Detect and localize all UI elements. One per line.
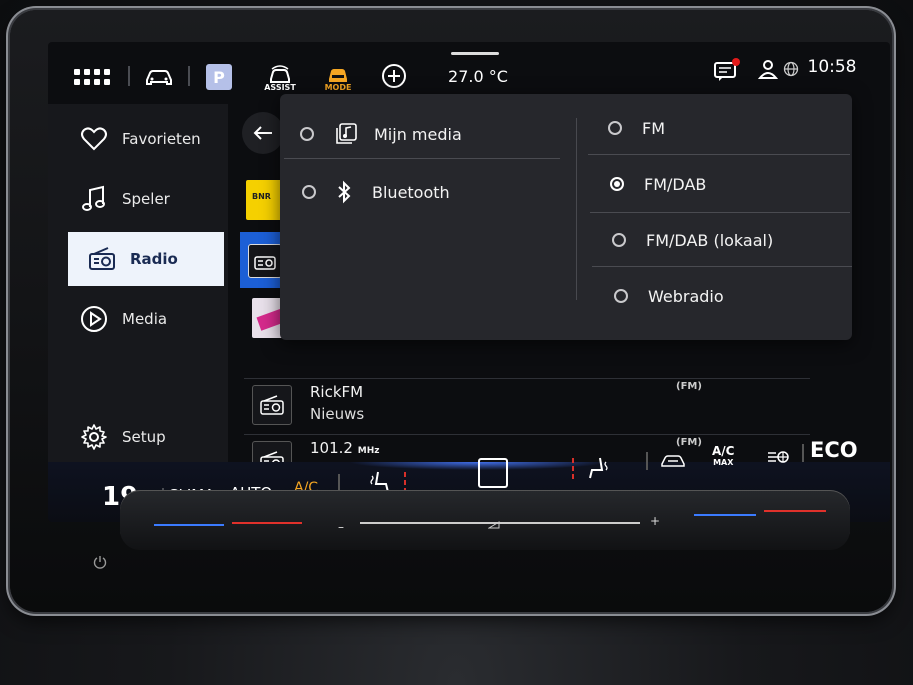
clock: 10:58	[807, 57, 857, 77]
station-band: (FM)	[676, 381, 702, 392]
power-icon[interactable]	[93, 554, 107, 569]
radio-button-selected[interactable]	[610, 177, 624, 191]
divider	[590, 212, 850, 213]
windshield-heat-button[interactable]	[660, 452, 686, 468]
media-library-icon	[334, 122, 358, 146]
eco-button[interactable]: ECO	[810, 438, 858, 462]
divider	[802, 444, 804, 462]
radio-button[interactable]	[300, 127, 314, 141]
slider-left-warm	[232, 522, 302, 524]
gear-icon	[80, 423, 108, 451]
radio-icon	[248, 244, 282, 278]
fan-icon	[766, 448, 790, 466]
divider	[284, 158, 560, 159]
station-frequency: 101.2 MHz	[310, 439, 380, 457]
home-button[interactable]	[478, 458, 508, 488]
car-icon[interactable]	[142, 66, 176, 88]
table-row[interactable]: RickFM Nieuws (FM)	[244, 378, 810, 429]
outside-temperature: 27.0 °C	[448, 66, 508, 86]
fan-button[interactable]	[766, 448, 790, 466]
ac-max-button[interactable]: A/C MAX	[712, 445, 734, 468]
music-note-icon	[80, 185, 108, 213]
slider-right-warm	[764, 510, 826, 512]
temperature-slider-strip[interactable]: – +	[120, 490, 850, 550]
slider-left-cold	[154, 524, 224, 526]
divider	[188, 66, 190, 86]
status-bar: P ASSIST MODE 27.0 °C 10:58	[48, 42, 890, 102]
source-selection-popup: Mijn media Bluetooth FM FM/DAB FM/DAB (l…	[280, 94, 852, 340]
radio-button[interactable]	[302, 185, 316, 199]
globe-icon[interactable]	[780, 56, 802, 82]
slider-right-cold	[694, 514, 756, 516]
station-band: (FM)	[676, 437, 702, 448]
car-defrost-icon	[660, 452, 686, 468]
profile-icon[interactable]	[756, 56, 780, 82]
back-button[interactable]	[242, 112, 284, 154]
divider	[646, 452, 648, 470]
infotainment-screen: P ASSIST MODE 27.0 °C 10:58 Favorieten S…	[48, 42, 890, 522]
seat-heat-right-button[interactable]	[572, 456, 608, 480]
sidebar-item-favorieten[interactable]: Favorieten	[48, 112, 224, 166]
triangle-icon	[487, 514, 500, 529]
radio-button[interactable]	[612, 233, 626, 247]
parking-icon[interactable]: P	[206, 64, 232, 90]
divider	[576, 118, 577, 300]
assist-icon[interactable]: ASSIST	[258, 60, 302, 96]
play-icon	[80, 305, 108, 333]
source-option-fm-dab-lokaal[interactable]: FM/DAB (lokaal)	[612, 218, 773, 262]
source-option-mijn-media[interactable]: Mijn media	[300, 112, 462, 156]
sidebar-item-media[interactable]: Media	[48, 292, 224, 346]
divider	[128, 66, 130, 86]
station-subtitle: Nieuws	[310, 405, 365, 423]
slider-track[interactable]	[360, 522, 640, 524]
heat-level-indicator	[572, 457, 574, 479]
seat-heat-icon	[586, 456, 608, 480]
arrow-left-icon	[253, 126, 272, 140]
source-option-bluetooth[interactable]: Bluetooth	[302, 170, 450, 214]
sidebar-item-speler[interactable]: Speler	[48, 172, 224, 226]
radio-icon	[252, 385, 292, 425]
home-indicator[interactable]	[451, 52, 499, 55]
add-icon[interactable]	[380, 62, 408, 90]
source-option-webradio[interactable]: Webradio	[614, 274, 724, 318]
radio-icon	[88, 245, 116, 273]
mode-icon[interactable]: MODE	[316, 60, 360, 96]
slider-plus[interactable]: +	[650, 510, 660, 529]
bluetooth-icon	[336, 180, 352, 204]
divider	[592, 266, 852, 267]
message-icon[interactable]	[712, 56, 742, 84]
sidebar-item-setup[interactable]: Setup	[48, 410, 224, 464]
source-option-fm-dab[interactable]: FM/DAB	[610, 162, 706, 206]
source-option-fm[interactable]: FM	[608, 106, 665, 150]
sidebar: Favorieten Speler Radio Media Setup	[48, 104, 228, 474]
heart-icon	[80, 125, 108, 153]
radio-button[interactable]	[608, 121, 622, 135]
sidebar-item-radio[interactable]: Radio	[68, 232, 224, 286]
apps-grid-icon[interactable]	[72, 66, 116, 88]
slider-minus[interactable]: –	[338, 516, 344, 535]
radio-button[interactable]	[614, 289, 628, 303]
station-name: RickFM	[310, 383, 364, 401]
divider	[588, 154, 850, 155]
station-logo-bnr[interactable]: BNR	[246, 180, 282, 220]
